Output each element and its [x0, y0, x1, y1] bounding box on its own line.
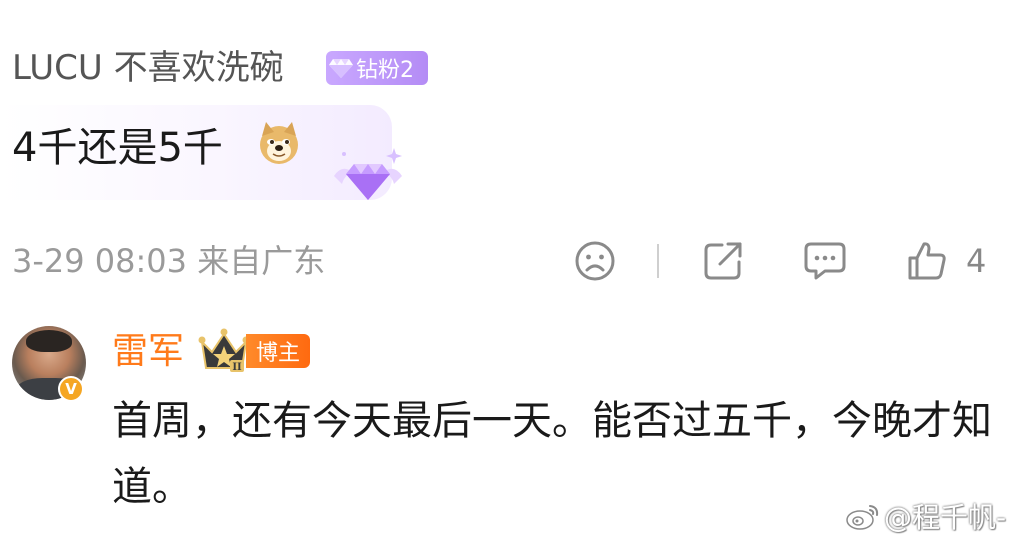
blogger-badge[interactable]: 博主 [246, 334, 310, 368]
comment2-username[interactable]: 雷军 [112, 330, 184, 374]
verified-icon: V [58, 376, 84, 402]
watermark-text: @程千帆- [884, 501, 1007, 534]
dislike-button[interactable] [574, 238, 616, 284]
comment1-meta: 3-29 08:03 来自广东 [12, 240, 325, 282]
dislike-icon [575, 241, 615, 281]
doge-emoji-icon [260, 122, 298, 164]
fan-level-badge[interactable]: 钻粉2 [326, 51, 428, 85]
comment1-location: 来自广东 [197, 242, 326, 280]
like-icon [908, 242, 946, 280]
crown-level: II [232, 362, 242, 373]
share-icon [704, 242, 742, 280]
crown-icon: II [198, 328, 250, 373]
like-count: 4 [966, 242, 987, 280]
comment-icon [804, 242, 846, 280]
diamond-icon [326, 51, 356, 85]
comment-button[interactable] [803, 238, 847, 284]
comment1-username[interactable]: LUCU 不喜欢洗碗 [12, 46, 284, 90]
avatar-hair [26, 330, 72, 352]
winged-diamond-icon [334, 148, 402, 200]
watermark: @程千帆- [846, 498, 1006, 534]
fan-level-label: 钻粉2 [356, 58, 414, 83]
comment1-text: 4千还是5千 [12, 125, 223, 171]
action-divider [657, 244, 659, 278]
share-button[interactable] [702, 238, 744, 284]
comment1-timestamp: 3-29 08:03 [12, 242, 188, 280]
weibo-logo-icon [846, 505, 879, 530]
like-button[interactable] [906, 238, 948, 284]
